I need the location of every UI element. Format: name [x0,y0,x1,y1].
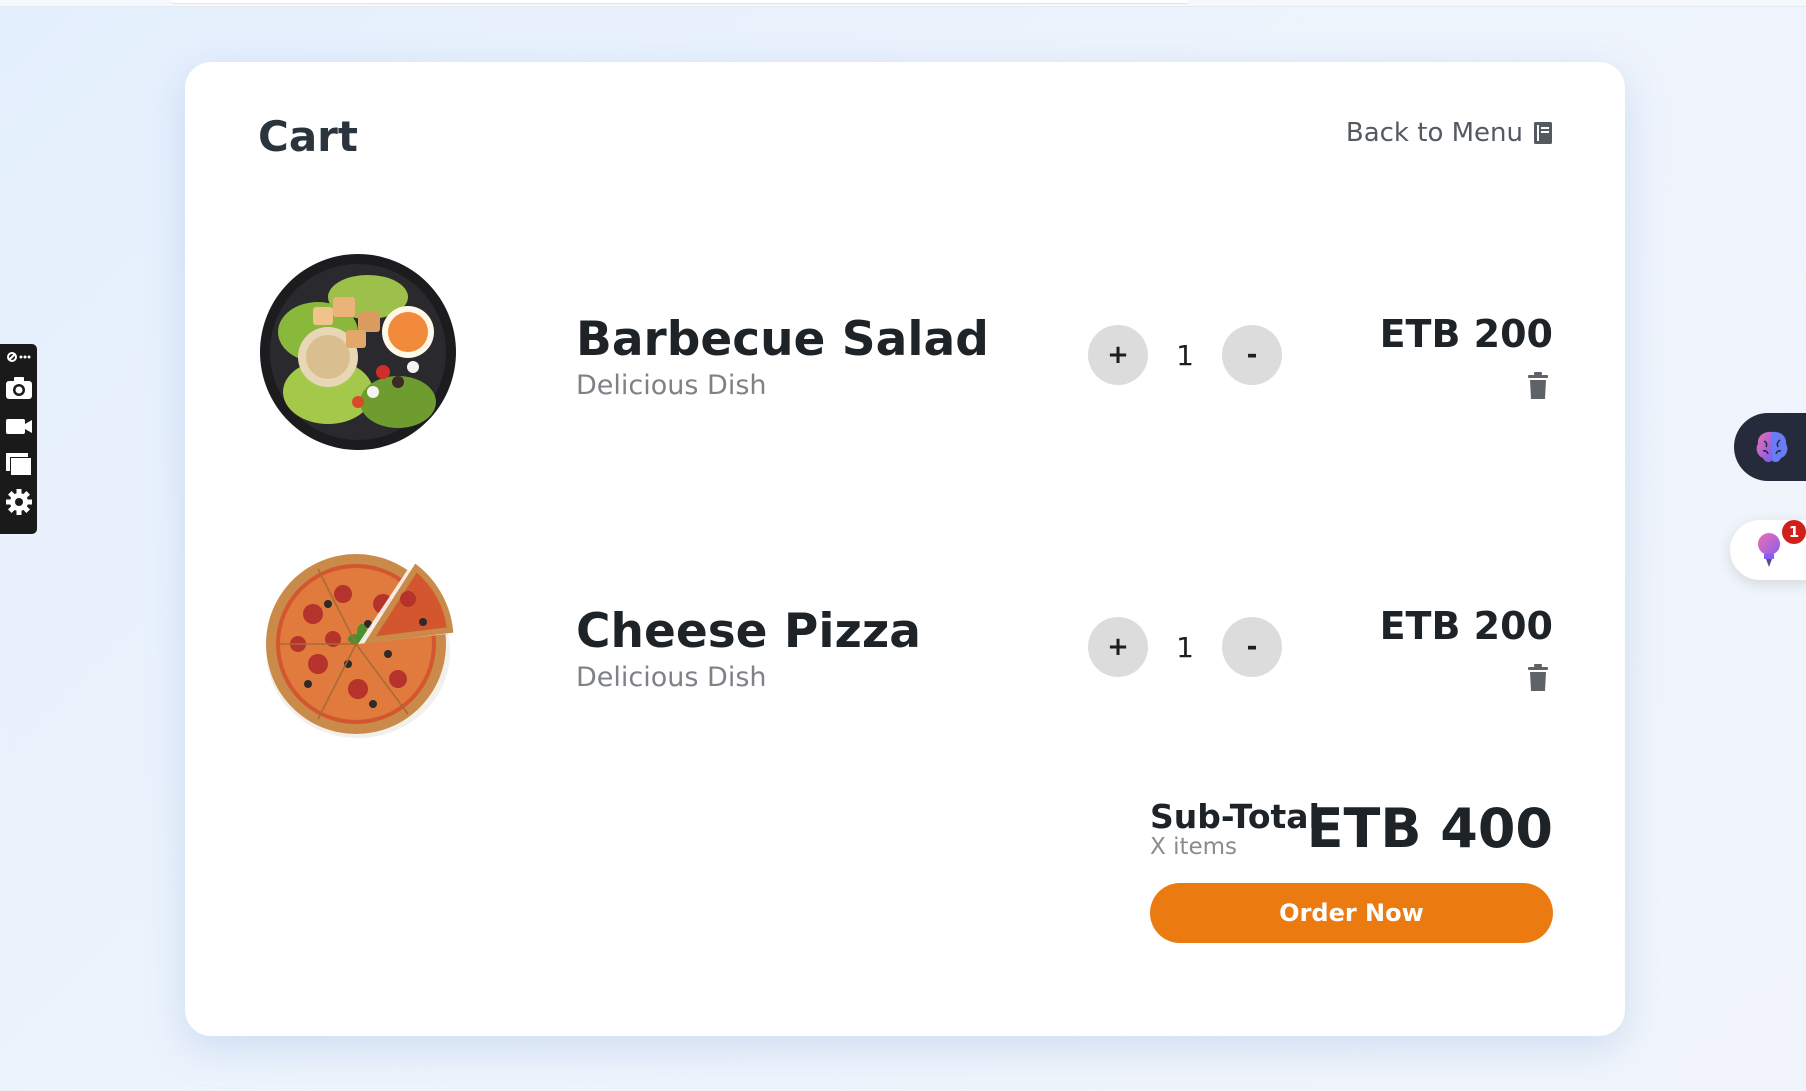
increase-quantity-button[interactable]: + [1088,325,1148,385]
quantity-stepper: + 1 - [1088,617,1282,677]
camera-icon[interactable] [4,374,34,402]
subtotal-block: Sub-Total X items [1150,797,1320,860]
screen-capture-toolbar [0,344,37,534]
brain-assistant-widget[interactable] [1734,413,1806,481]
salad-bowl-image [260,254,456,450]
item-price: ETB 200 [1379,604,1553,648]
cart-item: Cheese Pizza Delicious Dish + 1 - ETB 20… [258,544,1553,744]
book-icon [1534,122,1552,144]
video-camera-icon[interactable] [4,412,34,440]
item-description: Delicious Dish [576,370,767,401]
notification-badge: 1 [1782,520,1806,544]
decrease-quantity-button[interactable]: - [1222,325,1282,385]
quantity-stepper: + 1 - [1088,325,1282,385]
window-stack-icon[interactable] [4,450,34,478]
trash-icon[interactable] [1527,664,1549,692]
back-to-menu-link[interactable]: Back to Menu [1346,118,1553,148]
trash-icon[interactable] [1527,372,1549,400]
item-name: Cheese Pizza [576,604,921,659]
top-tab-edge [170,0,1190,4]
browser-top-strip [0,0,1806,7]
subtotal-amount: ETB 400 [1306,797,1553,860]
lightbulb-icon [1758,533,1780,567]
item-description: Delicious Dish [576,662,767,693]
tips-widget[interactable]: 1 [1730,520,1806,580]
subtotal-label: Sub-Total [1150,797,1320,836]
brain-icon [1756,431,1788,463]
item-price: ETB 200 [1379,312,1553,356]
item-count-label: X items [1150,834,1238,860]
order-now-button[interactable]: Order Now [1150,883,1553,943]
quantity-value: 1 [1176,338,1194,372]
back-to-menu-label: Back to Menu [1345,118,1523,148]
decrease-quantity-button[interactable]: - [1222,617,1282,677]
pizza-image [266,554,454,738]
gear-icon[interactable] [4,488,34,516]
toolbar-menu-icon[interactable] [4,350,34,364]
cart-card: Cart Back to Menu Barbecue Salad Delicio… [185,62,1625,1036]
cart-item: Barbecue Salad Delicious Dish + 1 - ETB … [258,252,1553,452]
quantity-value: 1 [1176,630,1194,664]
item-name: Barbecue Salad [576,312,989,367]
page-title: Cart [258,112,358,161]
increase-quantity-button[interactable]: + [1088,617,1148,677]
